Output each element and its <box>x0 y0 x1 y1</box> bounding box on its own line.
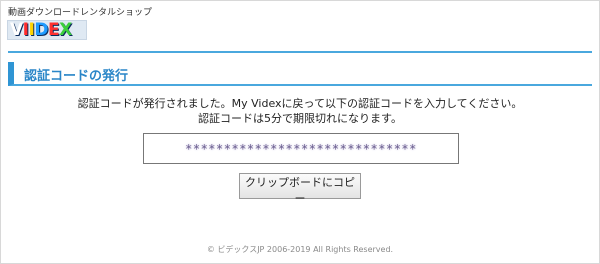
auth-code-field[interactable]: ****************************** <box>143 133 459 164</box>
expiry-notice: 認証コードは5分で期限切れになります。 <box>198 112 402 125</box>
copyright-text: © ビデックスJP 2006-2019 All Rights Reserved. <box>206 245 394 254</box>
instruction-line: 認証コードが発行されました。My Videxに戻って以下の認証コードを入力してく… <box>77 97 523 110</box>
logo-letter: E <box>47 20 60 40</box>
logo-letter: V <box>10 20 23 40</box>
logo-letter: X <box>59 20 72 40</box>
site-logo[interactable]: V I I D E X <box>7 20 87 40</box>
instruction-message: 認証コードが発行されました。My Videxに戻って以下の認証コードを入力してく… <box>0 96 600 126</box>
site-tagline: 動画ダウンロードレンタルショップ <box>8 8 153 18</box>
page-frame <box>0 0 600 264</box>
section-header: 認証コードの発行 <box>8 62 592 86</box>
page-title: 認証コードの発行 <box>24 69 129 84</box>
logo-letter: D <box>34 20 48 40</box>
header-divider <box>8 51 592 53</box>
copy-to-clipboard-button[interactable]: クリップボードにコピー <box>239 173 361 205</box>
auth-code-value: ****************************** <box>185 142 417 156</box>
